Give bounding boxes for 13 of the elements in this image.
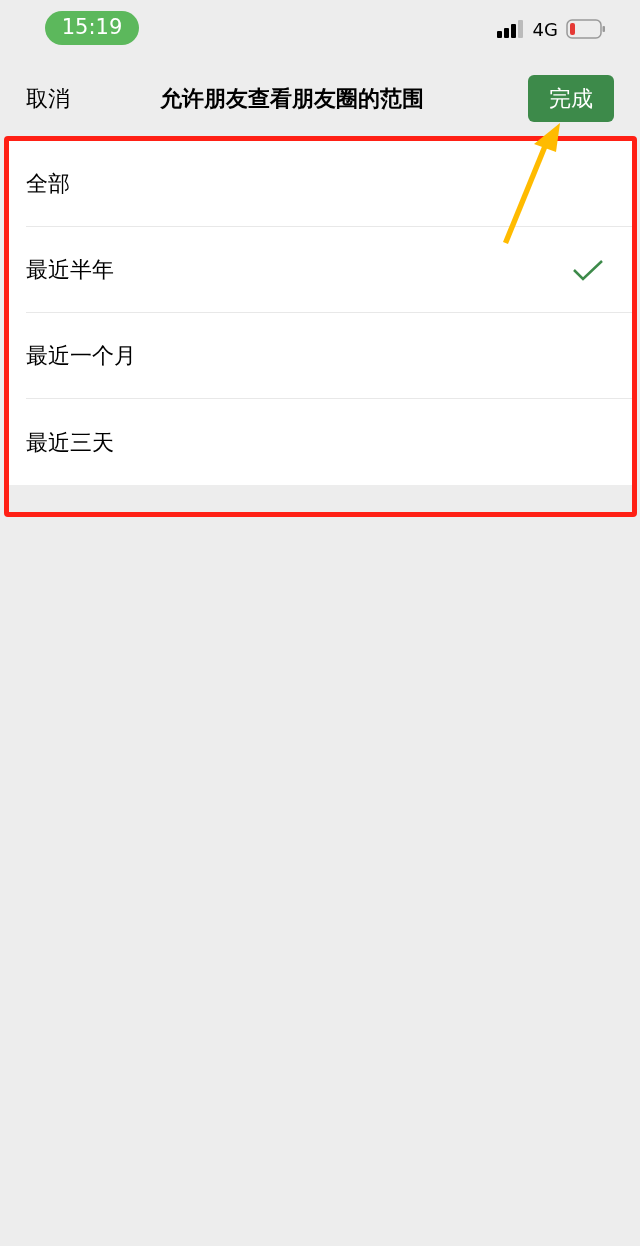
network-type: 4G bbox=[532, 17, 558, 42]
option-label: 最近半年 bbox=[26, 256, 114, 284]
status-time: 15:19 bbox=[45, 11, 139, 45]
page-title: 允许朋友查看朋友圈的范围 bbox=[160, 84, 424, 113]
option-label: 最近三天 bbox=[26, 428, 114, 457]
signal-icon bbox=[496, 20, 525, 38]
option-label: 全部 bbox=[26, 170, 70, 198]
done-button[interactable]: 完成 bbox=[528, 74, 614, 122]
option-label: 最近一个月 bbox=[26, 342, 136, 370]
battery-icon bbox=[566, 19, 606, 39]
cancel-button[interactable]: 取消 bbox=[26, 81, 70, 115]
option-row[interactable]: 最近三天 bbox=[26, 399, 632, 485]
option-row[interactable]: 最近一个月 bbox=[26, 313, 632, 399]
